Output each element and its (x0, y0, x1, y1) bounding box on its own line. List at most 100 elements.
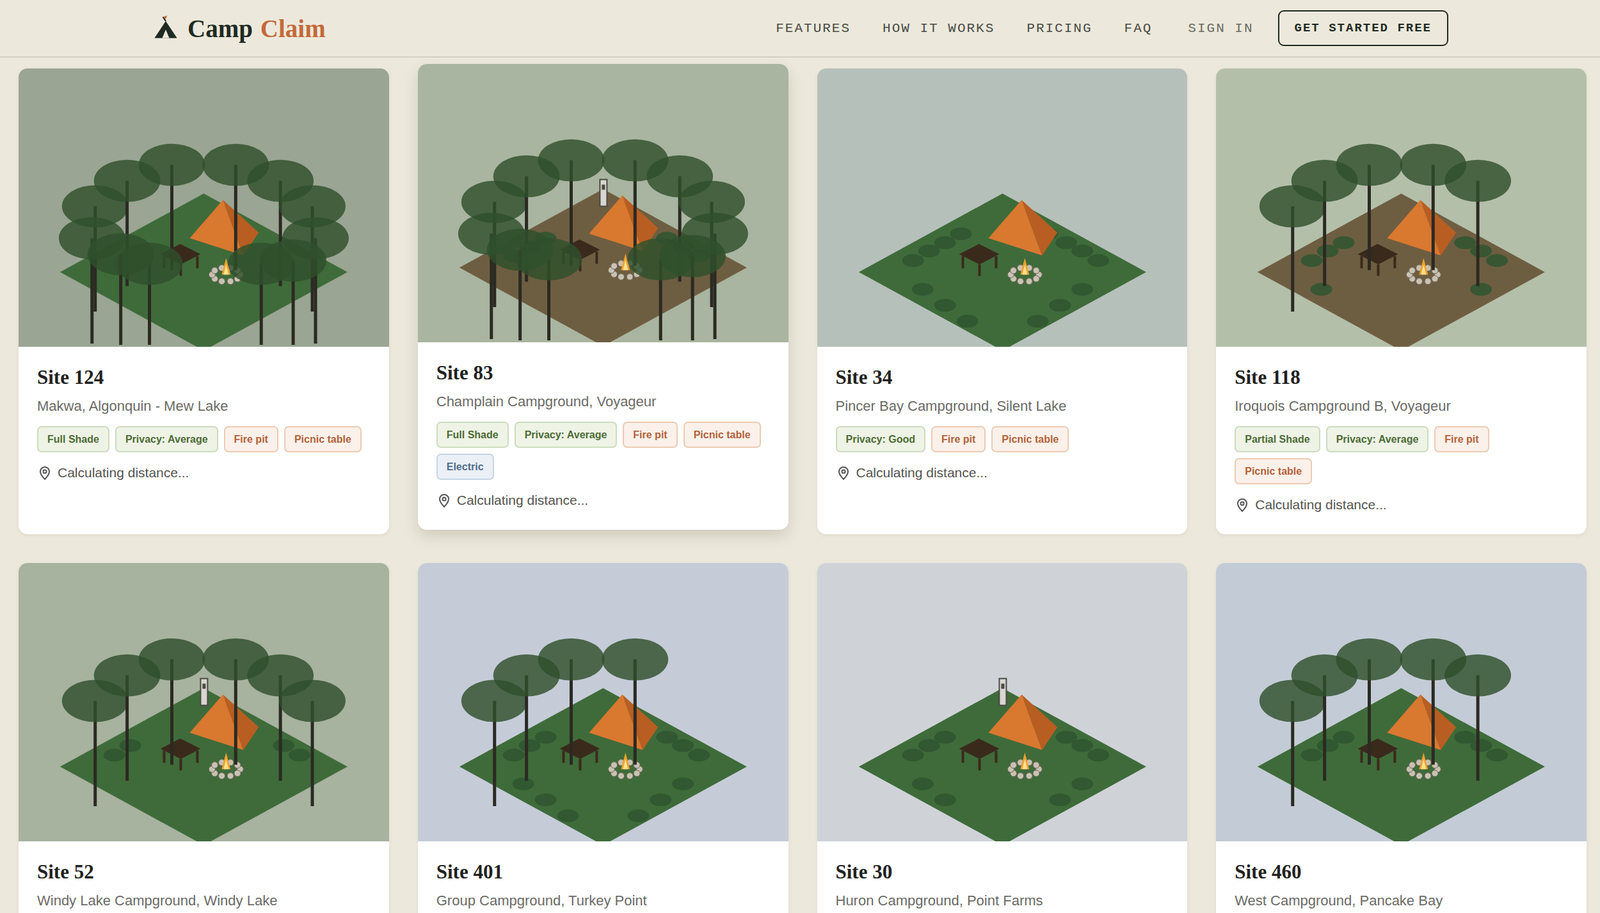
distance-text: Calculating distance... (456, 492, 589, 509)
tag: Fire pit (224, 426, 279, 453)
bush-icon (1333, 236, 1355, 249)
distance-text: Calculating distance... (856, 465, 988, 481)
tag: Fire pit (622, 421, 678, 448)
campsite-illustration-icon (817, 563, 1188, 842)
site-card[interactable]: Site 83 Champlain Campground, Voyageur F… (417, 64, 789, 530)
tag: Privacy: Average (1326, 426, 1430, 453)
site-card[interactable]: Site 118 Iroquois Campground B, Voyageur… (1216, 68, 1587, 535)
site-title: Site 30 (835, 860, 1170, 884)
card-body: Site 118 Iroquois Campground B, Voyageur… (1216, 346, 1587, 535)
site-title: Site 34 (835, 366, 1170, 390)
nav-link[interactable]: FAQ (1124, 21, 1153, 36)
site-card[interactable]: Site 34 Pincer Bay Campground, Silent La… (817, 68, 1188, 535)
tree-icon (537, 638, 605, 766)
site-card[interactable]: Site 124 Makwa, Algonquin - Mew Lake Ful… (18, 68, 390, 535)
bush-icon (1333, 730, 1355, 744)
tree-icon (601, 638, 669, 766)
site-card[interactable]: Site 52 Windy Lake Campground, Windy Lak… (18, 563, 390, 913)
distance: Calculating distance... (1234, 497, 1568, 513)
site-location: Group Campground, Turkey Point (436, 892, 770, 910)
site-title: Site 118 (1234, 366, 1568, 390)
site-location: Windy Lake Campground, Windy Lake (37, 892, 371, 910)
ground-icon (858, 193, 1146, 347)
site-photo (18, 68, 390, 347)
bush-icon (272, 739, 295, 752)
tag: Privacy: Average (514, 421, 618, 448)
bush-icon (1071, 777, 1094, 791)
bush-icon (288, 748, 311, 762)
tree-icon (659, 234, 726, 341)
bush-icon (672, 777, 694, 791)
bush-icon (1055, 730, 1078, 744)
bush-icon (1048, 793, 1071, 807)
card-body: Site 124 Makwa, Algonquin - Mew Lake Ful… (18, 346, 390, 503)
bush-icon (502, 748, 525, 762)
bush-icon (933, 730, 956, 744)
top-nav: Camp Claim FEATURES HOW IT WORKS PRICING FA… (0, 0, 1600, 58)
tree-icon (259, 239, 327, 345)
picnic-table-icon (958, 738, 1000, 771)
bush-icon (534, 793, 557, 807)
tag: Fire pit (931, 426, 986, 453)
nav-links: FEATURES HOW IT WORKS PRICING FAQ SIGN IN G… (775, 10, 1449, 47)
bush-icon (901, 254, 924, 267)
picnic-table-icon (559, 738, 600, 771)
bush-icon (933, 298, 956, 312)
site-card[interactable]: Site 401 Group Campground, Turkey Point (417, 563, 789, 913)
campsite-illustration-icon (1216, 563, 1587, 842)
electric-post-icon (999, 679, 1007, 706)
tree-icon (1259, 680, 1327, 808)
site-title: Site 460 (1234, 860, 1568, 884)
location-pin-icon (436, 492, 452, 509)
site-location: Pincer Bay Campground, Silent Lake (835, 398, 1170, 415)
fire-pit-icon (1007, 752, 1042, 779)
bush-icon (1486, 748, 1508, 762)
tag: Partial Shade (1234, 426, 1320, 453)
distance: Calculating distance... (37, 465, 371, 481)
tree-icon (1444, 160, 1512, 287)
tent-icon (588, 694, 658, 751)
bush-icon (1087, 254, 1110, 267)
distance-text: Calculating distance... (57, 465, 189, 481)
site-card[interactable]: Site 460 West Campground, Pancake Bay (1216, 563, 1587, 913)
site-card[interactable]: Site 30 Huron Campground, Point Farms (817, 563, 1188, 913)
fire-pit-icon (1406, 257, 1442, 285)
bush-icon (119, 739, 142, 752)
tree-icon (1259, 185, 1327, 313)
bush-icon (103, 748, 126, 762)
nav-link[interactable]: HOW IT WORKS (882, 21, 995, 36)
bush-icon (1470, 282, 1492, 296)
tag: Privacy: Good (835, 426, 926, 453)
bush-icon (1486, 254, 1508, 267)
tree-icon (461, 680, 528, 808)
campsite-illustration-icon (18, 68, 390, 347)
location-pin-icon (37, 465, 53, 481)
campsite-illustration-icon (817, 68, 1188, 347)
bush-icon (901, 748, 924, 762)
bush-icon (688, 748, 710, 762)
logo[interactable]: Camp Claim (151, 14, 326, 43)
page: Camp Claim FEATURES HOW IT WORKS PRICING FA… (0, 0, 1600, 913)
fire-pit-icon (608, 752, 643, 779)
site-location: Huron Campground, Point Farms (835, 892, 1170, 910)
tag: Full Shade (436, 421, 509, 448)
distance: Calculating distance... (835, 465, 1170, 481)
distance-text: Calculating distance... (1255, 497, 1387, 513)
nav-link[interactable]: PRICING (1026, 21, 1092, 36)
card-body: Site 34 Pincer Bay Campground, Silent La… (817, 346, 1188, 503)
bush-icon (534, 730, 557, 744)
campsite-illustration-icon (1216, 68, 1587, 347)
card-body: Site 401 Group Campground, Turkey Point (417, 841, 789, 913)
get-started-button[interactable]: GET STARTED FREE (1278, 10, 1449, 47)
tree-icon (138, 638, 206, 766)
tent-logo-icon (151, 14, 180, 43)
campsite-illustration-icon (18, 563, 390, 842)
nav-link[interactable]: FEATURES (775, 21, 851, 36)
distance: Calculating distance... (436, 492, 770, 509)
picnic-table-icon (160, 738, 201, 771)
tag: Electric (436, 453, 495, 480)
logo-text: Camp (187, 14, 253, 43)
sign-in-link[interactable]: SIGN IN (1187, 21, 1254, 36)
tag: Full Shade (37, 426, 110, 453)
tag: Picnic table (991, 426, 1069, 453)
